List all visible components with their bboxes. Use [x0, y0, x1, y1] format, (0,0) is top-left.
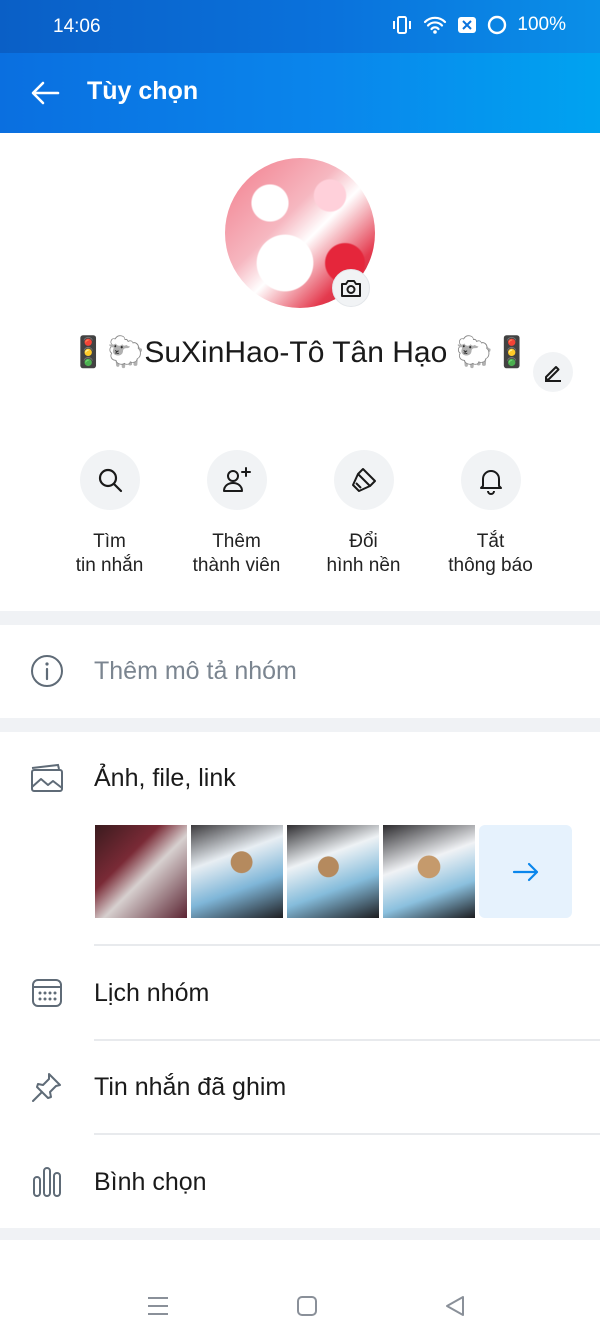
- media-thumbnail[interactable]: [287, 825, 379, 918]
- image-icon: [28, 759, 66, 797]
- camera-icon: [341, 280, 361, 297]
- status-time: 14:06: [53, 16, 101, 37]
- back-button[interactable]: [28, 75, 64, 111]
- recent-apps-button[interactable]: [143, 1291, 173, 1321]
- section-divider: [0, 1228, 600, 1240]
- group-calendar-row[interactable]: Lịch nhóm: [0, 946, 600, 1039]
- pin-icon: [28, 1068, 66, 1106]
- poll-label: Bình chọn: [94, 1168, 207, 1196]
- poll-row[interactable]: Bình chọn: [0, 1135, 600, 1228]
- group-name: 🚦🐑SuXinHao-Tô Tân Hạo 🐑🚦: [69, 336, 531, 369]
- info-icon: [28, 652, 66, 690]
- group-avatar-container: [225, 158, 375, 308]
- edit-name-button[interactable]: [533, 352, 573, 392]
- wifi-icon: [423, 15, 447, 35]
- quick-actions: Tìm tin nhắn Thêm thành viên Đổi hình nề…: [46, 450, 554, 578]
- status-icons: 100%: [391, 14, 566, 36]
- action-label: Tắt thông báo: [448, 531, 533, 576]
- media-thumbnail[interactable]: [95, 825, 187, 918]
- status-bar: 14:06 100%: [0, 0, 600, 53]
- home-button[interactable]: [292, 1291, 322, 1321]
- group-calendar-label: Lịch nhóm: [94, 979, 210, 1007]
- action-label: Tìm tin nhắn: [75, 531, 144, 576]
- media-thumbnail[interactable]: [383, 825, 475, 918]
- pencil-icon: [545, 366, 561, 382]
- triangle-back-icon: [446, 1296, 464, 1316]
- battery-percent: 100%: [517, 14, 566, 35]
- action-mute-notifications[interactable]: Tắt thông báo: [427, 450, 554, 578]
- close-box-icon: [457, 16, 477, 34]
- media-thumbnail[interactable]: [191, 825, 283, 918]
- section-divider: [0, 718, 600, 732]
- page-title: Tùy chọn: [87, 77, 199, 105]
- action-search-messages[interactable]: Tìm tin nhắn: [46, 450, 173, 578]
- action-change-wallpaper[interactable]: Đổi hình nền: [300, 450, 427, 578]
- action-label: Thêm thành viên: [192, 531, 281, 576]
- back-nav-button[interactable]: [440, 1291, 470, 1321]
- view-all-media-button[interactable]: [479, 825, 572, 918]
- calendar-icon: [28, 974, 66, 1012]
- pinned-messages-row[interactable]: Tin nhắn đã ghim: [0, 1041, 600, 1134]
- home-square-icon: [297, 1296, 317, 1316]
- arrow-right-icon: [512, 862, 538, 881]
- menu-icon: [148, 1297, 168, 1315]
- add-description-row[interactable]: Thêm mô tả nhóm: [0, 625, 600, 718]
- vibrate-icon: [391, 14, 413, 36]
- section-divider: [0, 611, 600, 625]
- bell-icon[interactable]: [460, 450, 521, 510]
- action-label: Đổi hình nền: [326, 531, 401, 576]
- add-member-icon[interactable]: [206, 450, 267, 510]
- poll-icon: [28, 1163, 66, 1201]
- arrow-left-icon: [31, 81, 60, 105]
- header: Tùy chọn: [0, 53, 600, 133]
- media-files-links-label: Ảnh, file, link: [94, 764, 236, 792]
- pinned-messages-label: Tin nhắn đã ghim: [94, 1073, 287, 1101]
- media-thumbnails: [95, 825, 475, 918]
- battery-icon: [487, 15, 507, 35]
- change-avatar-button[interactable]: [332, 269, 370, 307]
- system-nav-bar: [0, 1265, 600, 1343]
- add-description-label: Thêm mô tả nhóm: [94, 657, 297, 685]
- paint-brush-icon[interactable]: [333, 450, 394, 510]
- search-icon[interactable]: [79, 450, 140, 510]
- action-add-member[interactable]: Thêm thành viên: [173, 450, 300, 578]
